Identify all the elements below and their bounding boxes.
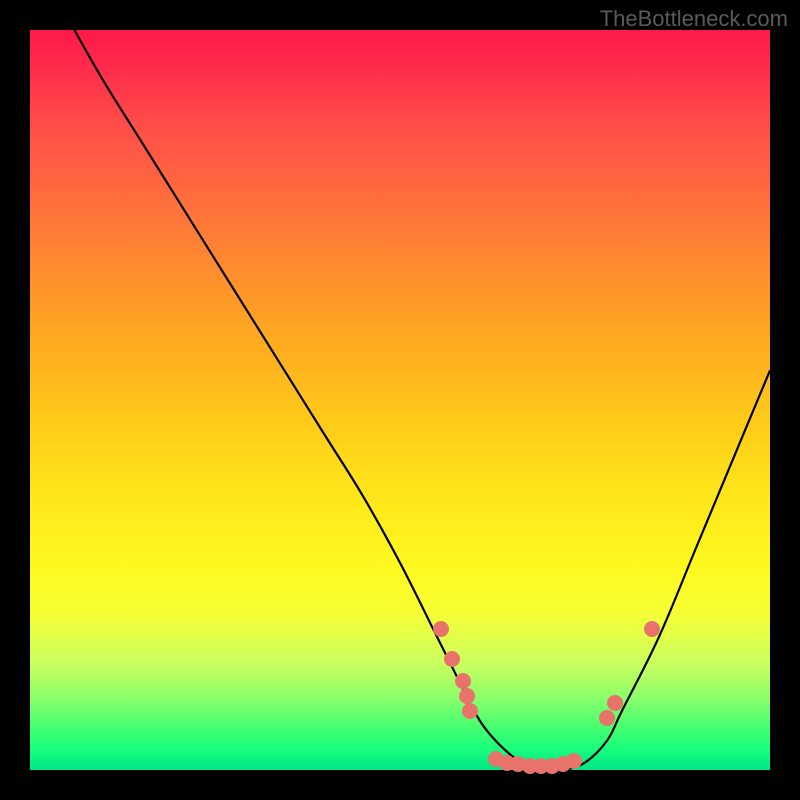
data-point xyxy=(599,710,615,726)
data-point xyxy=(644,621,660,637)
data-point xyxy=(433,621,449,637)
watermark-text: TheBottleneck.com xyxy=(600,6,788,32)
data-point xyxy=(607,695,623,711)
chart-plot-area xyxy=(30,30,770,770)
bottleneck-curve xyxy=(30,30,770,770)
data-point xyxy=(455,673,471,689)
data-point xyxy=(462,703,478,719)
data-point xyxy=(444,651,460,667)
data-point xyxy=(566,753,582,769)
data-point xyxy=(459,688,475,704)
